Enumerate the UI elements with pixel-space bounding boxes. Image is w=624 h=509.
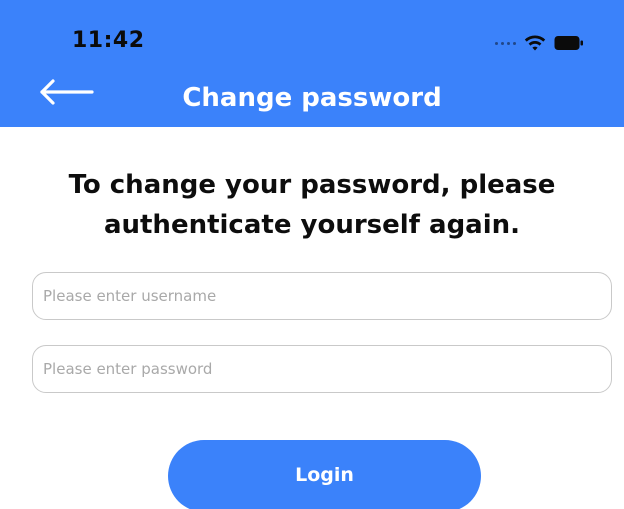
- password-input[interactable]: [33, 346, 611, 392]
- instruction-heading: To change your password, please authenti…: [68, 170, 556, 240]
- app-header: 11:42 Change password: [0, 0, 624, 127]
- status-time: 11:42: [72, 28, 145, 53]
- login-button[interactable]: Login: [168, 440, 481, 509]
- username-input[interactable]: [33, 273, 611, 319]
- page-title: Change password: [182, 83, 442, 113]
- wifi-icon: [524, 35, 546, 51]
- signal-dots-icon: [495, 41, 516, 45]
- change-password-screen: 11:42 Change password To change your pas…: [0, 0, 624, 509]
- battery-icon: [554, 36, 583, 50]
- username-field-wrapper: [32, 272, 612, 320]
- password-field-wrapper: [32, 345, 612, 393]
- status-icons: [495, 34, 584, 52]
